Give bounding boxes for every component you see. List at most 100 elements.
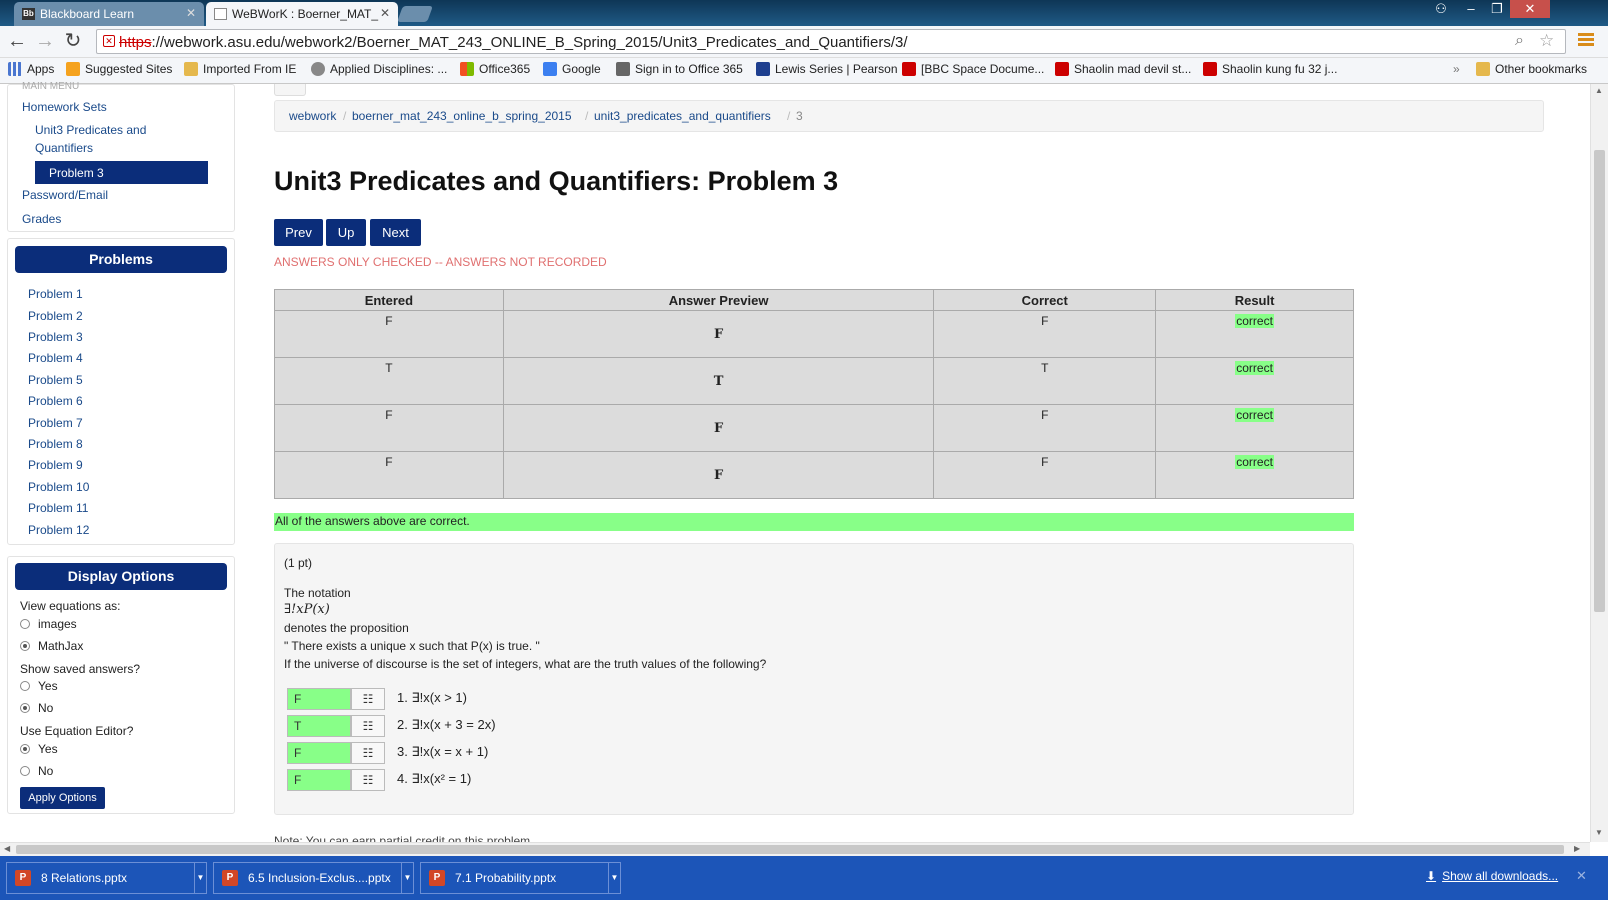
reload-icon[interactable]: ↻ xyxy=(62,30,84,52)
radio-saved-no[interactable] xyxy=(20,703,30,713)
chevron-down-icon[interactable]: ▼ xyxy=(401,863,413,893)
bookmark-suggested[interactable]: Suggested Sites xyxy=(66,62,172,76)
problem-link-2[interactable]: Problem 2 xyxy=(28,309,83,323)
problem-link-11[interactable]: Problem 11 xyxy=(28,501,88,515)
equation-editor-grid-icon[interactable]: ☷ xyxy=(351,769,385,791)
bookmark-shaolin1[interactable]: Shaolin mad devil st... xyxy=(1055,62,1191,76)
menu-icon[interactable] xyxy=(1578,33,1594,36)
problem-link-5[interactable]: Problem 5 xyxy=(28,373,83,387)
breadcrumb-course[interactable]: boerner_mat_243_online_b_spring_2015 xyxy=(352,109,572,123)
answer-input-1[interactable]: F xyxy=(287,688,351,710)
download-item-2[interactable]: P 6.5 Inclusion-Exclus....pptx ▼ xyxy=(213,862,414,894)
download-item-3[interactable]: P 7.1 Probability.pptx ▼ xyxy=(420,862,621,894)
bookmark-shaolin2[interactable]: Shaolin kung fu 32 j... xyxy=(1203,62,1337,76)
radio-saved-yes[interactable] xyxy=(20,681,30,691)
problem-link-3[interactable]: Problem 3 xyxy=(28,330,83,344)
radio-editor-no[interactable] xyxy=(20,766,30,776)
equation-editor-grid-icon[interactable]: ☷ xyxy=(351,715,385,737)
bookmark-apps[interactable]: Apps xyxy=(8,62,54,76)
google-icon xyxy=(543,62,557,76)
up-button[interactable]: Up xyxy=(326,219,366,246)
show-all-downloads-link[interactable]: ⬇ Show all downloads... xyxy=(1426,869,1558,883)
set-link-line2[interactable]: Quantifiers xyxy=(35,141,93,155)
restore-icon[interactable]: ❐ xyxy=(1484,0,1510,18)
radio-editor-yes[interactable] xyxy=(20,744,30,754)
star-icon[interactable]: ☆ xyxy=(1539,31,1554,51)
horizontal-scrollbar[interactable]: ◀ ▶ xyxy=(0,842,1590,856)
problem-link-6[interactable]: Problem 6 xyxy=(28,394,83,408)
search-icon[interactable]: ⌕ xyxy=(1515,32,1524,50)
prev-button[interactable]: Prev xyxy=(274,219,323,246)
answer-input-3[interactable]: F xyxy=(287,742,351,764)
problem-link-9[interactable]: Problem 9 xyxy=(28,458,83,472)
vertical-scroll-thumb[interactable] xyxy=(1594,150,1605,612)
tab-blackboard[interactable]: Bb Blackboard Learn ✕ xyxy=(14,2,204,26)
equation-editor-grid-icon[interactable]: ☷ xyxy=(351,688,385,710)
apply-options-button[interactable]: Apply Options xyxy=(20,787,105,809)
tab-strip: Bb Blackboard Learn ✕ WeBWorK : Boerner_… xyxy=(0,0,1608,26)
tab-webwork[interactable]: WeBWorK : Boerner_MAT_ ✕ xyxy=(206,2,398,26)
current-problem-item[interactable]: Problem 3 xyxy=(35,161,208,184)
scroll-down-icon[interactable]: ▼ xyxy=(1595,828,1603,837)
bookmark-imported[interactable]: Imported From IE xyxy=(184,62,296,76)
bookmarks-overflow[interactable]: » xyxy=(1453,62,1460,76)
vertical-scrollbar[interactable]: ▲ ▼ xyxy=(1590,84,1608,842)
powerpoint-icon: P xyxy=(15,870,31,886)
set-link-line1[interactable]: Unit3 Predicates and xyxy=(35,123,146,137)
password-email-link[interactable]: Password/Email xyxy=(22,188,108,202)
problem-link-4[interactable]: Problem 4 xyxy=(28,351,83,365)
chevron-down-icon[interactable]: ▼ xyxy=(608,863,620,893)
answer-input-4[interactable]: F xyxy=(287,769,351,791)
answer-input-2[interactable]: T xyxy=(287,715,351,737)
back-icon[interactable]: ← xyxy=(6,30,28,52)
homework-sets-link[interactable]: Homework Sets xyxy=(22,100,107,114)
new-tab-button[interactable] xyxy=(397,6,433,22)
close-tab-icon[interactable]: ✕ xyxy=(380,6,390,20)
bookmark-office365[interactable]: Office365 xyxy=(460,62,530,76)
minimize-icon[interactable]: – xyxy=(1458,0,1484,18)
cell-entered: F xyxy=(274,310,504,358)
breadcrumb-separator: / xyxy=(585,109,589,123)
download-item-1[interactable]: P 8 Relations.pptx ▼ xyxy=(6,862,207,894)
cell-preview: F xyxy=(502,451,935,499)
radio-images[interactable] xyxy=(20,619,30,629)
chevron-down-icon[interactable]: ▼ xyxy=(194,863,206,893)
insecure-lock-icon[interactable]: ✕ xyxy=(103,35,115,47)
scroll-right-icon[interactable]: ▶ xyxy=(1574,844,1580,853)
radio-editor-yes-label: Yes xyxy=(38,742,58,756)
cell-result: correct xyxy=(1155,310,1354,358)
problem-link-10[interactable]: Problem 10 xyxy=(28,480,89,494)
horizontal-scroll-thumb[interactable] xyxy=(16,845,1564,854)
collapse-toggle[interactable] xyxy=(274,84,306,96)
scroll-up-icon[interactable]: ▲ xyxy=(1595,86,1603,95)
bookmark-other[interactable]: Other bookmarks xyxy=(1476,62,1587,76)
problem-link-12[interactable]: Problem 12 xyxy=(28,523,89,537)
url-host-path: ://webwork.asu.edu/webwork2/Boerner_MAT_… xyxy=(151,34,908,51)
close-window-icon[interactable]: ✕ xyxy=(1510,0,1550,18)
office-icon xyxy=(460,62,474,76)
breadcrumb-set[interactable]: unit3_predicates_and_quantifiers xyxy=(594,109,771,123)
problems-header: Problems xyxy=(15,246,227,273)
youtube-icon xyxy=(1203,62,1217,76)
close-downloads-icon[interactable]: ✕ xyxy=(1576,868,1587,884)
cell-preview: F xyxy=(502,310,935,358)
forward-icon[interactable]: → xyxy=(34,30,56,52)
equation-editor-grid-icon[interactable]: ☷ xyxy=(351,742,385,764)
bookmark-bbc[interactable]: [BBC Space Docume... xyxy=(902,62,1044,76)
close-tab-icon[interactable]: ✕ xyxy=(186,6,196,20)
breadcrumb-separator: / xyxy=(787,109,791,123)
bookmark-google[interactable]: Google xyxy=(543,62,601,76)
problem-link-8[interactable]: Problem 8 xyxy=(28,437,83,451)
bookmark-applied[interactable]: Applied Disciplines: ... xyxy=(311,62,447,76)
problem-link-1[interactable]: Problem 1 xyxy=(28,287,83,301)
problem-link-7[interactable]: Problem 7 xyxy=(28,416,83,430)
radio-mathjax[interactable] xyxy=(20,641,30,651)
bookmark-signin[interactable]: Sign in to Office 365 xyxy=(616,62,743,76)
address-bar[interactable]: ✕ https://webwork.asu.edu/webwork2/Boern… xyxy=(96,29,1566,54)
breadcrumb-webwork[interactable]: webwork xyxy=(289,109,336,123)
user-icon[interactable]: ⚇ xyxy=(1428,0,1454,18)
scroll-left-icon[interactable]: ◀ xyxy=(4,844,10,853)
grades-link[interactable]: Grades xyxy=(22,212,61,226)
bookmark-lewis[interactable]: Lewis Series | Pearson xyxy=(756,62,898,76)
next-button[interactable]: Next xyxy=(370,219,421,246)
